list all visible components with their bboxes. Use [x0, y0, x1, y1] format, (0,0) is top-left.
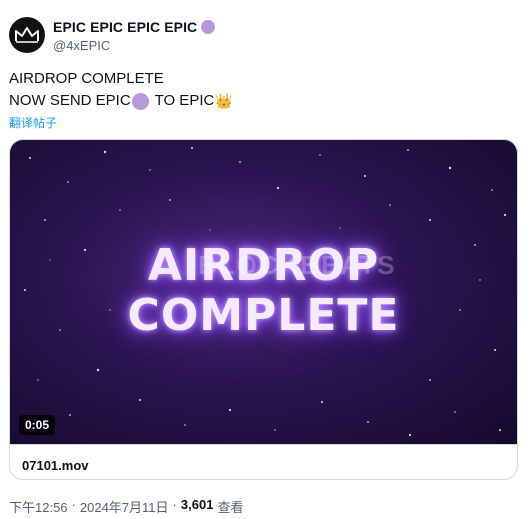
meta-separator: · [71, 497, 76, 512]
tweet-text: AIRDROP COMPLETE NOW SEND EPIC TO EPIC 👑 [9, 68, 233, 112]
tweet-line-2-text-a: NOW SEND EPIC [9, 92, 131, 109]
tweet-line-2-text-b: TO EPIC [150, 92, 215, 109]
tweet-line-1: AIRDROP COMPLETE [9, 68, 233, 90]
video-duration-badge: 0:05 [19, 415, 56, 435]
views-label: 查看 [217, 500, 244, 515]
video-player[interactable]: AIRDROP COMPLETE BLOCKBEATS 0:05 [10, 140, 517, 444]
avatar[interactable] [9, 17, 45, 53]
tweet-line-1-text: AIRDROP COMPLETE [9, 70, 164, 87]
tweet-time[interactable]: 下午12:56 [9, 497, 68, 516]
purple-circle-emoji [131, 92, 149, 110]
meta-separator: · [172, 497, 177, 512]
crown-icon [15, 27, 39, 43]
media-card[interactable]: AIRDROP COMPLETE BLOCKBEATS 0:05 07101.m… [9, 139, 518, 480]
video-file-name[interactable]: 07101.mov [22, 458, 89, 473]
purple-circle-emoji [201, 20, 216, 34]
video-watermark: BLOCKBEATS [198, 250, 397, 280]
name-row: EPIC EPIC EPIC EPIC [53, 19, 216, 35]
tweet-line-2: NOW SEND EPIC TO EPIC 👑 [9, 90, 233, 112]
tweet-meta: 下午12:56 · 2024年7月11日 · 3,601 查看 [9, 497, 243, 516]
views-count: 3,601 [180, 497, 214, 512]
tweet-date[interactable]: 2024年7月11日 [80, 497, 169, 516]
video-title-line-2: COMPLETE [127, 290, 400, 341]
tweet-header: EPIC EPIC EPIC EPIC @4xEPIC [9, 17, 519, 57]
card-divider [10, 444, 517, 445]
translate-post-link[interactable]: 翻译帖子 [9, 114, 57, 131]
crown-emoji-icon: 👑 [215, 93, 233, 109]
display-name[interactable]: EPIC EPIC EPIC EPIC [53, 19, 197, 35]
user-handle[interactable]: @4xEPIC [53, 38, 110, 53]
